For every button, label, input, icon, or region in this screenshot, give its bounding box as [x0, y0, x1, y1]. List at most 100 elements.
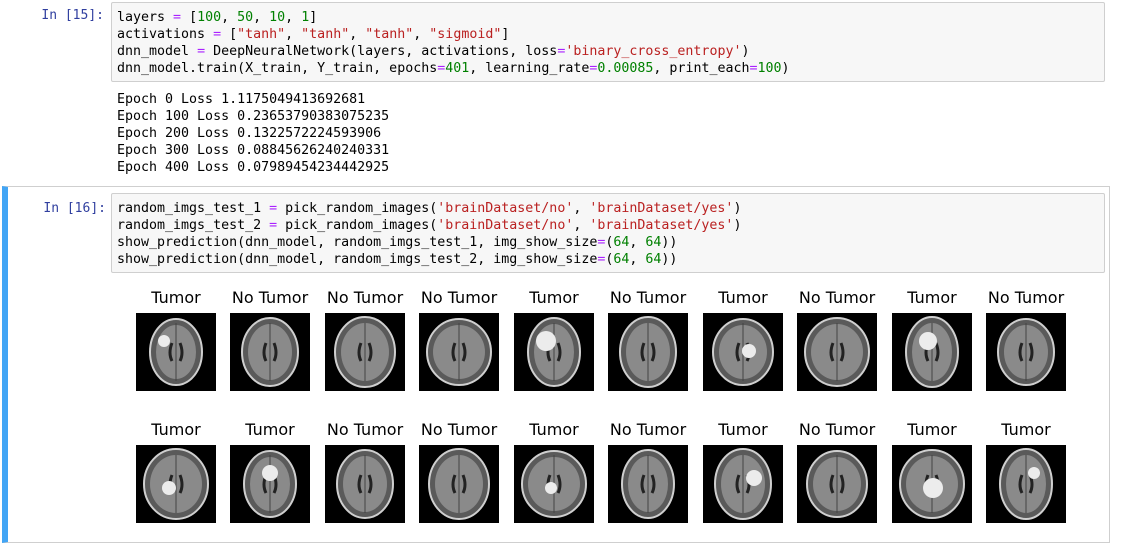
mri-image	[136, 313, 216, 391]
mri-image	[514, 445, 594, 523]
prediction-thumbnail: Tumor	[136, 287, 216, 391]
code-token: dnn_model.train(X_train, Y_train, epochs	[117, 61, 438, 76]
mri-image	[136, 445, 216, 523]
prediction-label: No Tumor	[798, 288, 876, 307]
prediction-thumbnail: No Tumor	[608, 419, 688, 523]
mri-scan-image	[514, 313, 594, 391]
prediction-label: Tumor	[718, 288, 768, 307]
mri-image	[986, 445, 1066, 523]
mri-scan-image	[797, 313, 877, 391]
mri-scan-image	[230, 313, 310, 391]
code-token: 401	[445, 61, 470, 76]
mri-image	[230, 445, 310, 523]
prediction-image-grid: Tumor No Tumor No Tumor No Tumor Tumor No Tum…	[126, 287, 1076, 537]
code-token: 100	[197, 10, 222, 25]
code-token: ,	[349, 27, 366, 42]
code-token: 64	[645, 235, 662, 250]
code-token: =	[173, 10, 182, 25]
code-token: ,	[413, 27, 430, 42]
code-token: 64	[645, 252, 662, 267]
prediction-thumbnail: No Tumor	[797, 419, 877, 523]
output-line: Epoch 300 Loss 0.08845626240240331	[117, 143, 390, 158]
mri-image	[419, 313, 499, 391]
prediction-label: No Tumor	[609, 288, 687, 307]
code-token: =	[197, 44, 206, 59]
prediction-label: Tumor	[245, 420, 295, 439]
code-token: "tanh"	[365, 27, 414, 42]
code-line: dnn_model = DeepNeuralNetwork(layers, ac…	[117, 43, 1104, 60]
code-token: , print_each	[653, 61, 750, 76]
code-token: "sigmoid"	[429, 27, 502, 42]
mri-scan-image	[608, 313, 688, 391]
code-token: ]	[501, 27, 510, 42]
prediction-label: No Tumor	[609, 420, 687, 439]
output-line: Epoch 100 Loss 0.23653790383075235	[117, 109, 390, 124]
prediction-label: Tumor	[151, 288, 201, 307]
mri-scan-image	[703, 445, 783, 523]
prediction-label: No Tumor	[326, 288, 404, 307]
code-token: ,	[253, 10, 270, 25]
prediction-thumbnail: No Tumor	[419, 419, 499, 523]
cell-output: Epoch 0 Loss 1.1175049413692681 Epoch 100…	[117, 91, 389, 176]
code-token: DeepNeuralNetwork(layers, activations, l…	[205, 44, 558, 59]
code-token: [	[181, 10, 198, 25]
mri-image	[514, 313, 594, 391]
prediction-thumbnail: No Tumor	[230, 287, 310, 391]
code-token: , learning_rate	[469, 61, 590, 76]
mri-scan-image	[892, 445, 972, 523]
code-token: "tanh"	[237, 27, 286, 42]
code-token: "tanh"	[301, 27, 350, 42]
code-token: =	[269, 218, 278, 233]
prediction-thumbnail: Tumor	[986, 419, 1066, 523]
mri-image	[797, 313, 877, 391]
mri-image	[608, 445, 688, 523]
code-token: =	[269, 201, 278, 216]
prediction-label: No Tumor	[420, 420, 498, 439]
output-line: Epoch 0 Loss 1.1175049413692681	[117, 92, 366, 107]
code-token: 'brainDataset/yes'	[589, 218, 734, 233]
code-token: pick_random_images(	[277, 218, 438, 233]
prediction-thumbnail: No Tumor	[797, 287, 877, 391]
code-token: dnn_model	[117, 44, 198, 59]
code-input-area[interactable]: layers = [100, 50, 10, 1] activations = […	[111, 2, 1105, 82]
prediction-thumbnail: No Tumor	[325, 419, 405, 523]
code-cell-15[interactable]: In [15]: layers = [100, 50, 10, 1] activa…	[0, 0, 1111, 180]
code-token: ,	[573, 218, 590, 233]
code-token: activations	[117, 27, 214, 42]
mri-scan-image	[325, 445, 405, 523]
code-token: )	[733, 201, 742, 216]
prediction-label: Tumor	[529, 288, 579, 307]
code-line: dnn_model.train(X_train, Y_train, epochs…	[117, 60, 1104, 77]
mri-image	[230, 313, 310, 391]
prediction-thumbnail: No Tumor	[608, 287, 688, 391]
prediction-label: No Tumor	[987, 288, 1065, 307]
mri-scan-image	[419, 313, 499, 391]
prediction-label: No Tumor	[798, 420, 876, 439]
code-token: ,	[573, 201, 590, 216]
prediction-label: Tumor	[151, 420, 201, 439]
code-line: show_prediction(dnn_model, random_imgs_t…	[117, 251, 1104, 268]
code-token: 'binary_cross_entropy'	[565, 44, 742, 59]
input-prompt: In [15]:	[41, 8, 104, 23]
code-line: activations = ["tanh", "tanh", "tanh", "…	[117, 26, 1104, 43]
code-token: ))	[661, 235, 678, 250]
code-cell-16[interactable]: In [16]: random_imgs_test_1 = pick_rando…	[2, 186, 1110, 543]
mri-scan-image	[136, 445, 216, 523]
code-token: 64	[613, 252, 630, 267]
code-token: =	[749, 61, 758, 76]
code-line: layers = [100, 50, 10, 1]	[117, 9, 1104, 26]
prediction-thumbnail: Tumor	[703, 419, 783, 523]
code-token: ,	[285, 10, 302, 25]
code-line: random_imgs_test_2 = pick_random_images(…	[117, 217, 1104, 234]
prediction-label: Tumor	[718, 420, 768, 439]
mri-scan-image	[608, 445, 688, 523]
code-token: ,	[629, 235, 646, 250]
prediction-label: Tumor	[907, 288, 957, 307]
prediction-thumbnail: Tumor	[514, 287, 594, 391]
code-token: 'brainDataset/no'	[437, 218, 574, 233]
code-input-area[interactable]: random_imgs_test_1 = pick_random_images(…	[111, 193, 1105, 273]
code-token: )	[733, 218, 742, 233]
code-token: 0.00085	[597, 61, 654, 76]
code-token: ,	[221, 10, 238, 25]
code-token: show_prediction(dnn_model, random_imgs_t…	[117, 252, 598, 267]
